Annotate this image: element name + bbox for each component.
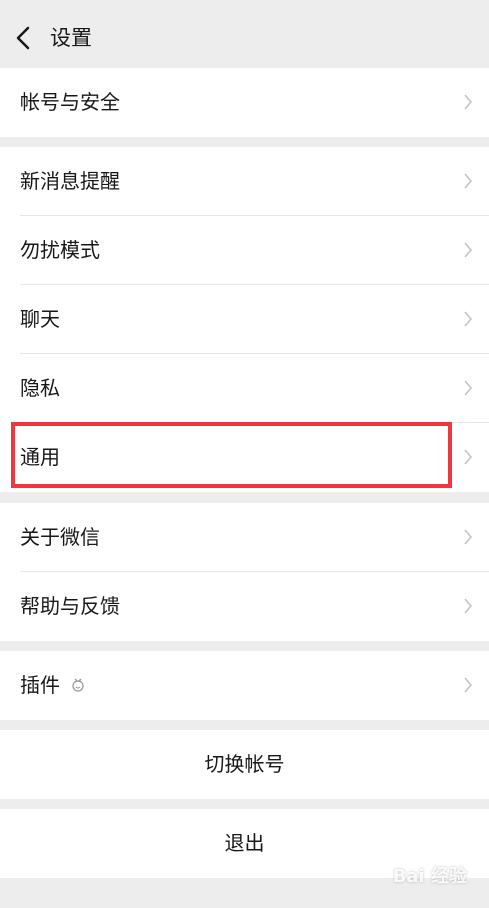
settings-item-label: 帮助与反馈 — [20, 594, 120, 618]
settings-item-account-security[interactable]: 帐号与安全 — [0, 68, 489, 137]
settings-group-plugins: 插件 — [0, 651, 489, 720]
settings-item-label: 帐号与安全 — [20, 90, 120, 114]
settings-item-label: 聊天 — [20, 307, 60, 331]
chevron-left-icon[interactable] — [10, 22, 38, 54]
chevron-right-icon — [464, 380, 473, 396]
header-bar: 设置 — [0, 0, 489, 68]
settings-item-about[interactable]: 关于微信 — [0, 503, 489, 572]
chevron-right-icon — [464, 529, 473, 545]
chevron-right-icon — [464, 173, 473, 189]
watermark-logo: Bai 经验 — [392, 866, 467, 887]
settings-item-general[interactable]: 通用 — [0, 423, 489, 492]
settings-item-label: 关于微信 — [20, 525, 100, 549]
settings-item-chat[interactable]: 聊天 — [0, 285, 489, 354]
settings-group-main: 新消息提醒 勿扰模式 聊天 隐私 通用 — [0, 147, 489, 492]
settings-item-do-not-disturb[interactable]: 勿扰模式 — [0, 216, 489, 285]
settings-item-label: 插件 — [20, 673, 60, 697]
switch-account-button[interactable]: 切换帐号 — [0, 730, 489, 799]
chevron-right-icon — [464, 598, 473, 614]
settings-item-notifications[interactable]: 新消息提醒 — [0, 147, 489, 216]
settings-item-label: 新消息提醒 — [20, 169, 120, 193]
chevron-right-icon — [464, 677, 473, 693]
chevron-right-icon — [464, 311, 473, 327]
settings-item-help-feedback[interactable]: 帮助与反馈 — [0, 572, 489, 641]
settings-item-label: 勿扰模式 — [20, 238, 100, 262]
chevron-right-icon — [464, 242, 473, 258]
switch-account-group: 切换帐号 — [0, 730, 489, 799]
settings-item-privacy[interactable]: 隐私 — [0, 354, 489, 423]
plugin-icon — [72, 678, 84, 692]
settings-group-about: 关于微信 帮助与反馈 — [0, 503, 489, 641]
switch-account-label: 切换帐号 — [204, 752, 285, 776]
settings-group-account: 帐号与安全 — [0, 68, 489, 137]
chevron-right-icon — [464, 94, 473, 110]
page-title: 设置 — [50, 26, 92, 50]
chevron-right-icon — [464, 449, 473, 465]
settings-item-label: 通用 — [20, 445, 60, 469]
settings-item-plugins[interactable]: 插件 — [0, 651, 489, 720]
settings-item-label: 隐私 — [20, 376, 60, 400]
